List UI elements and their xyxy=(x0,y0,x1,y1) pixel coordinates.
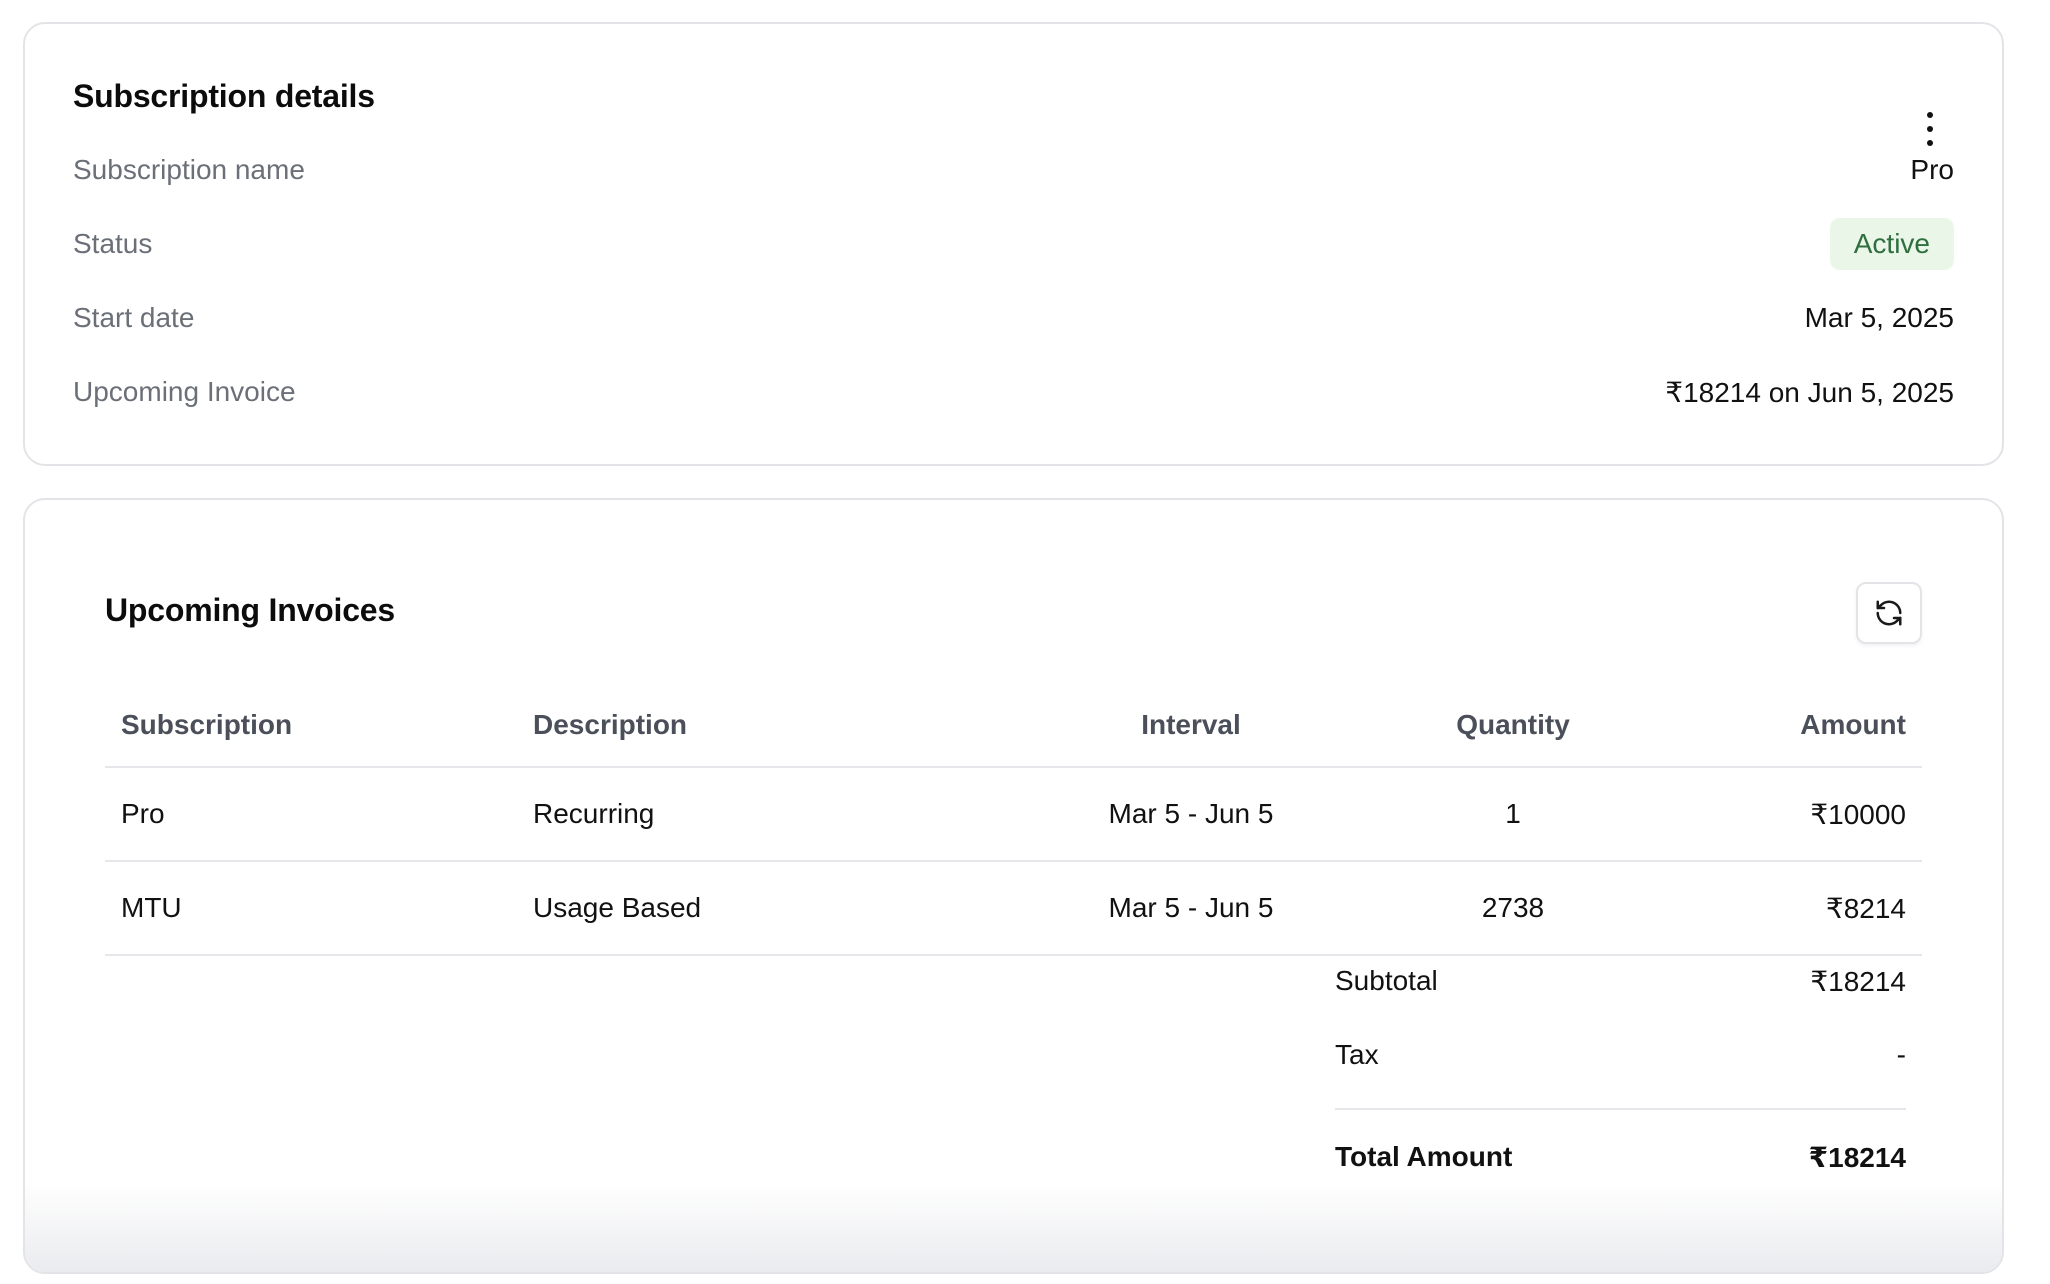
upcoming-invoices-title: Upcoming Invoices xyxy=(105,592,395,628)
tax-label: Tax xyxy=(1335,1039,1379,1070)
upcoming-invoice-value: ₹18214 on Jun 5, 2025 xyxy=(1665,376,1954,408)
detail-label: Status xyxy=(73,228,153,259)
total-row: Total Amount ₹18214 xyxy=(1335,1120,1906,1194)
total-value: ₹18214 xyxy=(1808,1141,1906,1173)
column-header-amount: Amount xyxy=(1800,709,1906,740)
refresh-button[interactable] xyxy=(1856,582,1922,644)
cell-subscription: Pro xyxy=(121,798,165,829)
subtotal-label: Subtotal xyxy=(1335,965,1438,996)
column-header-interval: Interval xyxy=(1141,709,1241,740)
table-row: MTU Usage Based Mar 5 - Jun 5 2738 ₹8214 xyxy=(105,862,1922,956)
detail-label: Upcoming Invoice xyxy=(73,376,296,407)
cell-subscription: MTU xyxy=(121,892,182,923)
status-badge: Active xyxy=(1829,218,1954,270)
subtotal-value: ₹18214 xyxy=(1810,965,1906,997)
detail-row-start-date: Start date Mar 5, 2025 xyxy=(73,288,1954,348)
page: Subscription details Subscription name P… xyxy=(0,0,2050,1284)
upcoming-invoices-card: Upcoming Invoices Subscription Descripti… xyxy=(23,498,2004,1274)
summary-divider xyxy=(1335,1108,1906,1110)
column-header-quantity: Quantity xyxy=(1456,709,1570,740)
cell-quantity: 2738 xyxy=(1481,892,1545,923)
invoices-table: Subscription Description Interval Quanti… xyxy=(105,684,1922,956)
subtotal-row: Subtotal ₹18214 xyxy=(1335,944,1906,1018)
detail-label: Start date xyxy=(73,302,195,333)
bottom-shadow xyxy=(25,1182,2002,1272)
start-date-value: Mar 5, 2025 xyxy=(1804,302,1954,333)
tax-value: - xyxy=(1896,1039,1906,1070)
detail-row-subscription-name: Subscription name Pro xyxy=(73,140,1954,200)
cell-description: Usage Based xyxy=(533,892,702,923)
column-header-subscription: Subscription xyxy=(121,709,293,740)
cell-description: Recurring xyxy=(533,798,655,829)
table-header: Subscription Description Interval Quanti… xyxy=(105,684,1922,768)
detail-row-upcoming-invoice: Upcoming Invoice ₹18214 on Jun 5, 2025 xyxy=(73,362,1954,422)
invoice-summary: Subtotal ₹18214 Tax - Total Amount ₹1821… xyxy=(1335,944,1906,1194)
subscription-details-card: Subscription details Subscription name P… xyxy=(23,22,2004,466)
cell-amount: ₹8214 xyxy=(1825,892,1906,924)
detail-label: Subscription name xyxy=(73,154,305,185)
cell-quantity: 1 xyxy=(1505,798,1521,829)
subscription-details-title: Subscription details xyxy=(73,78,375,114)
subscription-name-value: Pro xyxy=(1910,154,1954,185)
refresh-icon xyxy=(1876,600,1902,626)
column-header-description: Description xyxy=(533,709,688,740)
tax-row: Tax - xyxy=(1335,1018,1906,1092)
table-row: Pro Recurring Mar 5 - Jun 5 1 ₹10000 xyxy=(105,768,1922,862)
cell-amount: ₹10000 xyxy=(1810,798,1906,830)
total-label: Total Amount xyxy=(1335,1141,1513,1172)
cell-interval: Mar 5 - Jun 5 xyxy=(1108,798,1274,829)
cell-interval: Mar 5 - Jun 5 xyxy=(1108,892,1274,923)
detail-row-status: Status Active xyxy=(73,214,1954,274)
